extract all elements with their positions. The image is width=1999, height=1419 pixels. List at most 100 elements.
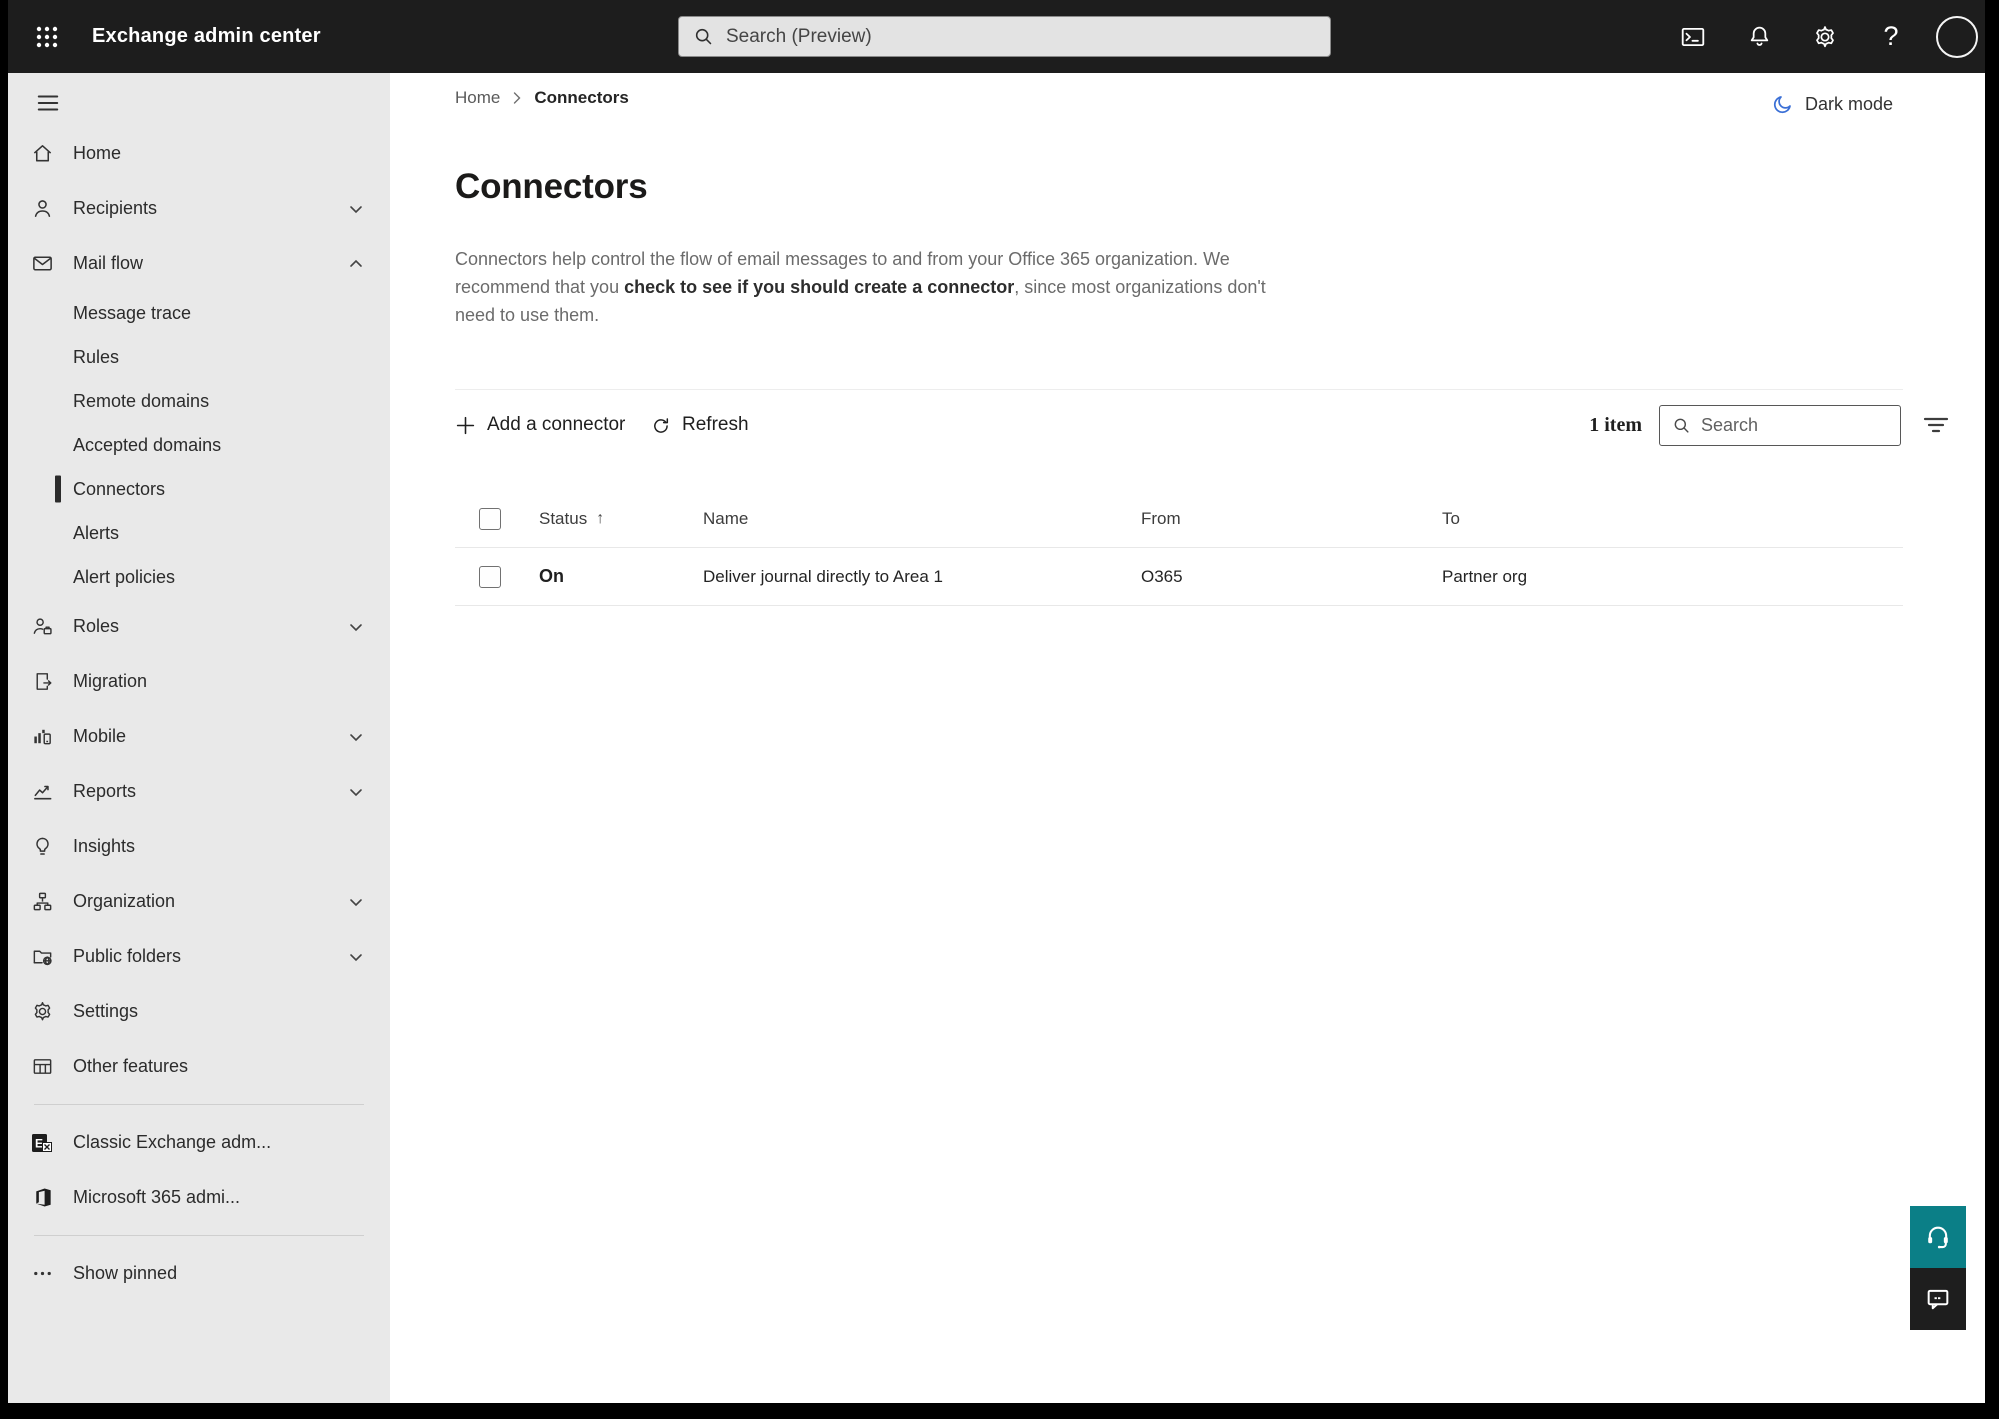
sidebar-item-label: Public folders	[73, 946, 182, 966]
person-icon	[30, 197, 54, 221]
sidebar-item-message-trace[interactable]: Message trace	[8, 291, 390, 335]
sidebar-item-accepted-domains[interactable]: Accepted domains	[8, 423, 390, 467]
sidebar-item-label: Recipients	[73, 198, 158, 218]
home-icon	[30, 142, 54, 166]
help-button[interactable]: ?	[1869, 13, 1913, 61]
sidebar-item-public-folders[interactable]: Public folders	[8, 929, 390, 984]
page-description: Connectors help control the flow of emai…	[455, 245, 1297, 329]
topbar-actions: ?	[1649, 0, 1979, 73]
refresh-icon	[650, 415, 671, 436]
sidebar-item-label: Accepted domains	[73, 434, 222, 455]
account-button[interactable]	[1935, 13, 1979, 61]
hamburger-icon	[35, 90, 61, 116]
filter-sort-icon[interactable]	[1919, 408, 1953, 442]
folder-globe-icon	[30, 945, 54, 969]
row-checkbox[interactable]	[479, 565, 501, 588]
column-header-name[interactable]: Name	[703, 509, 1141, 529]
sidebar-item-remote-domains[interactable]: Remote domains	[8, 379, 390, 423]
envelope-icon	[30, 252, 54, 276]
top-app-bar: Exchange admin center Search (Preview) ?	[8, 0, 1985, 73]
sidebar-item-organization[interactable]: Organization	[8, 874, 390, 929]
sidebar-item-insights[interactable]: Insights	[8, 819, 390, 874]
search-icon	[1672, 416, 1691, 435]
notifications-button[interactable]	[1737, 13, 1781, 61]
add-connector-button[interactable]: Add a connector	[455, 403, 625, 447]
sidebar-item-other-features[interactable]: Other features	[8, 1039, 390, 1094]
dark-mode-toggle[interactable]: Dark mode	[1771, 89, 1893, 119]
feedback-button[interactable]	[1910, 1268, 1966, 1330]
refresh-label: Refresh	[682, 414, 749, 435]
left-nav: Home Recipients Mail flow Message trace …	[8, 73, 390, 1403]
sidebar-item-mail-flow[interactable]: Mail flow	[8, 236, 390, 291]
chevron-down-icon	[348, 949, 364, 965]
list-search-box[interactable]	[1659, 404, 1901, 446]
settings-topbar-button[interactable]	[1803, 13, 1847, 61]
table-header-row: Status ↑ Name From To	[455, 490, 1903, 548]
breadcrumb-home-link[interactable]: Home	[455, 88, 500, 108]
sidebar-item-label: Message trace	[73, 302, 192, 323]
org-chart-icon	[30, 890, 54, 914]
column-header-status[interactable]: Status ↑	[539, 509, 703, 529]
sidebar-item-label: Reports	[73, 781, 137, 801]
avatar	[1936, 15, 1978, 58]
search-icon	[693, 26, 714, 47]
sidebar-item-reports[interactable]: Reports	[8, 764, 390, 819]
sort-ascending-icon: ↑	[596, 509, 605, 527]
sidebar-item-label: Roles	[73, 616, 120, 636]
toolbar-right-cluster: 1 item	[1589, 403, 1953, 447]
sidebar-item-label: Organization	[73, 891, 176, 911]
nav-collapse-button[interactable]	[30, 87, 66, 119]
column-header-to[interactable]: To	[1442, 509, 1903, 529]
create-connector-check-link[interactable]: check to see if you should create a conn…	[624, 277, 1014, 297]
classic-exchange-icon: E	[30, 1131, 54, 1155]
sidebar-divider	[34, 1104, 364, 1105]
column-header-from[interactable]: From	[1141, 509, 1442, 529]
sidebar-item-connectors[interactable]: Connectors	[8, 467, 390, 511]
sidebar-item-show-pinned[interactable]: Show pinned	[8, 1246, 390, 1301]
sidebar-divider	[34, 1235, 364, 1236]
cell-status: On	[539, 566, 564, 586]
global-search-box[interactable]	[678, 16, 1331, 57]
sidebar-item-label: Migration	[73, 671, 148, 691]
svg-text:E: E	[35, 1136, 43, 1150]
sidebar-item-label: Alert policies	[73, 566, 176, 587]
chevron-right-icon	[512, 91, 522, 105]
sidebar-item-roles[interactable]: Roles	[8, 599, 390, 654]
sidebar-item-mobile[interactable]: Mobile	[8, 709, 390, 764]
sidebar-item-rules[interactable]: Rules	[8, 335, 390, 379]
sidebar-item-recipients[interactable]: Recipients	[8, 181, 390, 236]
help-support-button[interactable]	[1910, 1206, 1966, 1268]
global-search-input[interactable]	[726, 25, 1316, 48]
sidebar-item-m365-admin[interactable]: Microsoft 365 admi...	[8, 1170, 390, 1225]
sidebar-item-alert-policies[interactable]: Alert policies	[8, 555, 390, 599]
powershell-terminal-button[interactable]	[1671, 13, 1715, 61]
microsoft-365-icon	[30, 1186, 54, 1210]
chevron-down-icon	[348, 201, 364, 217]
add-connector-label: Add a connector	[487, 414, 626, 435]
sidebar-item-settings[interactable]: Settings	[8, 984, 390, 1039]
cell-name: Deliver journal directly to Area 1	[703, 566, 944, 586]
sidebar-item-label: Show pinned	[73, 1263, 178, 1283]
table-row[interactable]: On Deliver journal directly to Area 1 O3…	[455, 548, 1903, 606]
cell-from: O365	[1141, 566, 1183, 586]
plus-icon	[455, 415, 476, 436]
person-briefcase-icon	[30, 615, 54, 639]
main-content: Home Connectors Dark mode Connectors Con…	[390, 73, 1985, 1403]
cell-to: Partner org	[1442, 566, 1528, 586]
chevron-down-icon	[348, 894, 364, 910]
sidebar-item-home[interactable]: Home	[8, 126, 390, 181]
chat-bubble-icon	[1924, 1285, 1952, 1313]
sidebar-item-label: Mail flow	[73, 253, 144, 273]
list-search-input[interactable]	[1701, 414, 1888, 436]
breadcrumb: Home Connectors	[455, 85, 629, 111]
column-header-label: Status	[539, 508, 588, 528]
select-all-checkbox[interactable]	[479, 507, 501, 530]
refresh-button[interactable]: Refresh	[650, 403, 749, 447]
toolbar-divider	[455, 389, 1903, 390]
app-launcher-button[interactable]	[24, 14, 70, 60]
moon-icon	[1771, 93, 1794, 116]
sidebar-item-classic-exchange-admin[interactable]: E Classic Exchange adm...	[8, 1115, 390, 1170]
document-arrow-icon	[30, 670, 54, 694]
sidebar-item-migration[interactable]: Migration	[8, 654, 390, 709]
sidebar-item-alerts[interactable]: Alerts	[8, 511, 390, 555]
